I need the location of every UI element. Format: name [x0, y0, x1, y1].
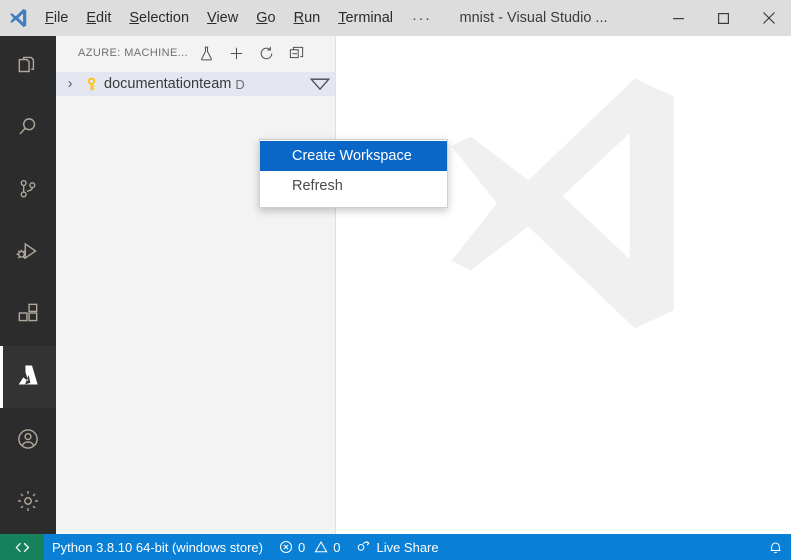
activity-item-run-and-debug[interactable]: [0, 222, 56, 284]
sidebar-header: AZURE: MACHINE...: [56, 36, 335, 70]
title-bar: File Edit Selection View Go Run Terminal…: [0, 0, 791, 36]
tree-item-trailing-text: D: [235, 76, 245, 92]
search-icon: [15, 114, 41, 145]
run-debug-icon: [15, 238, 41, 269]
account-icon: [15, 426, 41, 457]
activity-item-azure[interactable]: [0, 346, 56, 408]
sidebar-title: AZURE: MACHINE...: [78, 47, 189, 59]
live-share-icon: [356, 540, 371, 554]
flask-icon[interactable]: [194, 41, 218, 65]
menu-view[interactable]: View: [198, 0, 247, 36]
remote-indicator-icon[interactable]: [0, 534, 44, 560]
status-bar: Python 3.8.10 64-bit (windows store) 0 0: [0, 534, 791, 560]
activity-item-explorer[interactable]: [0, 36, 56, 98]
menu-file[interactable]: File: [36, 0, 77, 36]
activity-item-accounts[interactable]: [0, 410, 56, 472]
status-problems[interactable]: 0 0: [271, 534, 348, 560]
window-controls: [656, 0, 791, 36]
status-python-version[interactable]: Python 3.8.10 64-bit (windows store): [44, 534, 271, 560]
minimize-button[interactable]: [656, 0, 701, 36]
context-menu-item-create-workspace[interactable]: Create Workspace: [260, 141, 447, 171]
source-control-icon: [15, 176, 41, 207]
menu-overflow-button[interactable]: ···: [402, 0, 442, 36]
chevron-right-icon[interactable]: ›: [60, 73, 80, 95]
files-icon: [15, 52, 41, 83]
sidebar-actions: [194, 41, 308, 65]
menu-edit[interactable]: Edit: [77, 0, 120, 36]
key-icon: [80, 73, 102, 95]
menu-bar: File Edit Selection View Go Run Terminal…: [36, 0, 442, 36]
vscode-watermark-logo: [412, 72, 712, 368]
live-share-label: Live Share: [376, 539, 439, 555]
tree-item-documentationteam[interactable]: › documentationteam D: [56, 72, 335, 96]
editor-area: [336, 36, 791, 534]
triangle-down-icon[interactable]: [305, 72, 335, 96]
close-button[interactable]: [746, 0, 791, 36]
vscode-logo-icon: [0, 0, 36, 36]
error-count: 0: [298, 539, 306, 555]
error-icon: [279, 540, 293, 554]
activity-item-search[interactable]: [0, 98, 56, 160]
plus-icon[interactable]: [224, 41, 248, 65]
activity-item-source-control[interactable]: [0, 160, 56, 222]
activity-bar: [0, 36, 56, 534]
sidebar: AZURE: MACHINE... › documentationteam D: [56, 36, 336, 534]
warning-count: 0: [333, 539, 341, 555]
gear-icon: [15, 488, 41, 519]
status-live-share[interactable]: Live Share: [348, 534, 446, 560]
status-notifications[interactable]: [760, 534, 791, 560]
menu-go[interactable]: Go: [247, 0, 284, 36]
python-version-label: Python 3.8.10 64-bit (windows store): [52, 539, 263, 555]
context-menu: Create Workspace Refresh: [259, 139, 448, 208]
warning-icon: [314, 540, 328, 554]
activity-item-manage[interactable]: [0, 472, 56, 534]
window-title: mnist - Visual Studio ...: [459, 10, 608, 26]
menu-run[interactable]: Run: [285, 0, 330, 36]
azure-icon: [15, 362, 41, 393]
vscode-window: File Edit Selection View Go Run Terminal…: [0, 0, 791, 560]
tree-item-label: documentationteam: [104, 76, 232, 92]
activity-item-extensions[interactable]: [0, 284, 56, 346]
workbench-body: AZURE: MACHINE... › documentationteam D …: [0, 36, 791, 534]
context-menu-item-refresh[interactable]: Refresh: [260, 171, 447, 201]
maximize-button[interactable]: [701, 0, 746, 36]
refresh-icon[interactable]: [254, 41, 278, 65]
bell-icon: [768, 540, 783, 555]
split-editor-icon[interactable]: [284, 41, 308, 65]
menu-selection[interactable]: Selection: [120, 0, 198, 36]
menu-terminal[interactable]: Terminal: [329, 0, 402, 36]
extensions-icon: [15, 300, 41, 331]
